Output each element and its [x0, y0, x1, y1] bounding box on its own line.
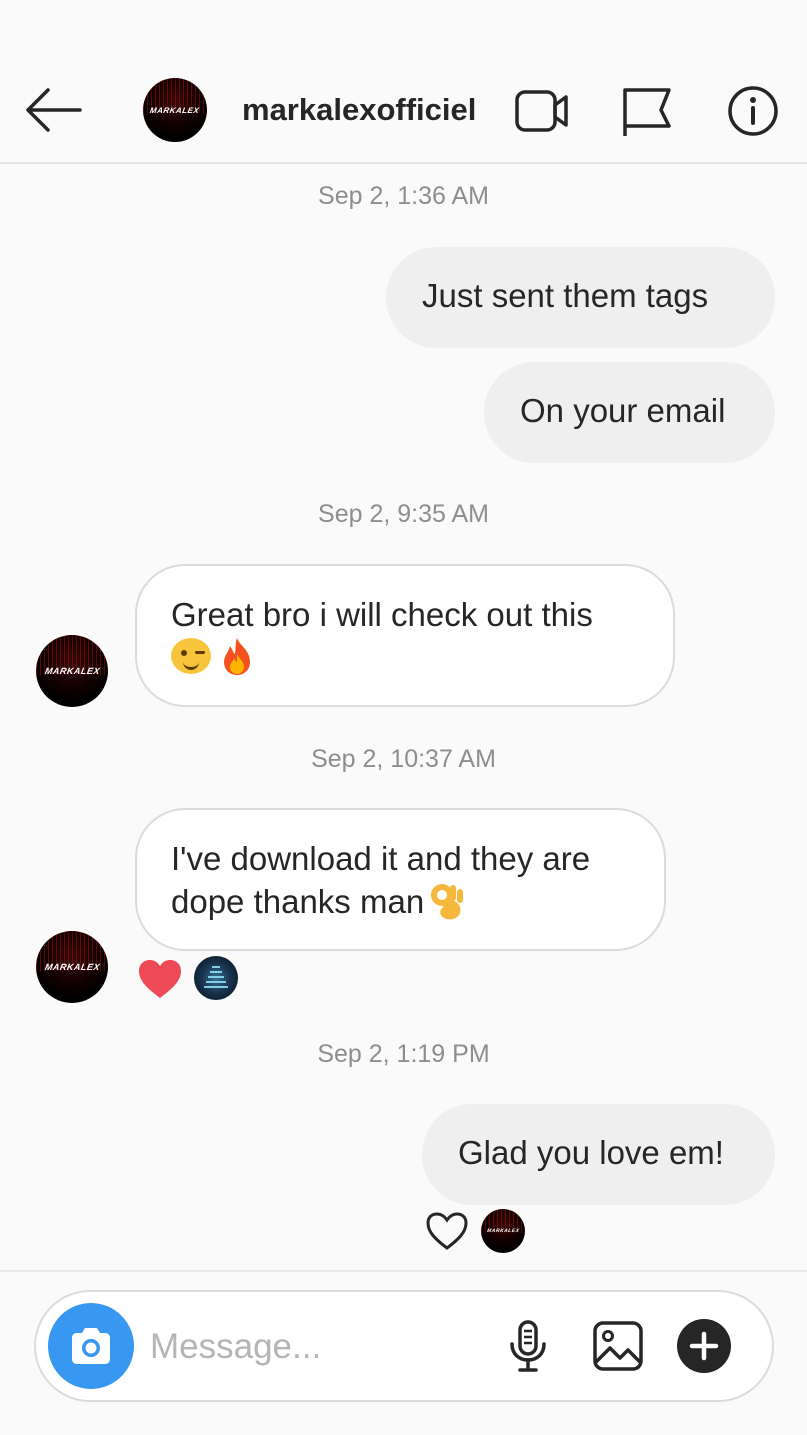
avatar-logo: MARKALEX — [43, 962, 101, 972]
message-timestamp: Sep 2, 1:19 PM — [317, 1040, 490, 1068]
message-text: Great bro i will check out this — [171, 596, 593, 633]
avatar-logo: MARKALEX — [149, 105, 201, 115]
message-timestamp: Sep 2, 10:37 AM — [311, 745, 496, 773]
incoming-message-bubble[interactable]: I've download it and they are dope thank… — [135, 808, 666, 951]
ok-hand-emoji-icon — [431, 884, 464, 920]
message-text: Just sent them tags — [422, 277, 709, 314]
chat-username[interactable]: markalexofficiel — [242, 92, 476, 128]
message-timestamp: Sep 2, 1:36 AM — [318, 182, 489, 210]
message-reaction[interactable] — [424, 1210, 470, 1257]
camera-icon — [72, 1328, 110, 1364]
chat-header: MARKALEX markalexofficiel — [0, 0, 807, 164]
reactor-avatar[interactable]: MARKALEX — [481, 1209, 525, 1253]
camera-button[interactable] — [48, 1303, 134, 1389]
more-options-button[interactable] — [676, 1318, 732, 1374]
message-reaction[interactable] — [137, 958, 183, 1005]
composer-divider — [0, 1270, 807, 1272]
reactor-avatar-art — [204, 966, 228, 988]
gallery-button[interactable] — [590, 1318, 646, 1374]
header-avatar[interactable]: MARKALEX — [143, 78, 207, 142]
info-icon — [728, 86, 778, 136]
outgoing-message-bubble[interactable]: Glad you love em! — [422, 1104, 775, 1205]
gallery-icon — [593, 1321, 643, 1371]
message-composer — [34, 1290, 774, 1402]
avatar-logo: MARKALEX — [43, 666, 101, 676]
incoming-message-bubble[interactable]: Great bro i will check out this — [135, 564, 675, 707]
report-flag-button[interactable] — [617, 82, 675, 140]
fire-emoji-icon — [224, 638, 251, 675]
plus-icon — [677, 1319, 731, 1373]
video-call-button[interactable] — [512, 82, 570, 140]
sender-avatar[interactable]: MARKALEX — [36, 931, 108, 1003]
outgoing-message-bubble[interactable]: Just sent them tags — [386, 247, 775, 348]
heart-icon — [139, 960, 181, 998]
message-timestamp: Sep 2, 9:35 AM — [318, 500, 489, 528]
outgoing-message-bubble[interactable]: On your email — [484, 362, 775, 463]
message-text: Glad you love em! — [458, 1134, 724, 1171]
heart-icon — [426, 1212, 468, 1250]
conversation-info-button[interactable] — [724, 82, 782, 140]
message-text-line: I've download it and they are — [171, 840, 591, 877]
video-call-icon — [515, 90, 568, 132]
microphone-icon — [510, 1320, 546, 1372]
message-input[interactable] — [150, 1322, 480, 1372]
message-text-line-2: dope thanks man — [171, 880, 630, 923]
wink-emoji-icon — [171, 638, 211, 674]
message-text: dope thanks man — [171, 883, 425, 920]
avatar-logo: MARKALEX — [486, 1228, 520, 1234]
flag-icon — [623, 88, 671, 136]
reactor-avatar[interactable] — [194, 956, 238, 1000]
back-button[interactable] — [22, 82, 86, 138]
voice-message-button[interactable] — [500, 1318, 556, 1374]
message-text: On your email — [520, 392, 726, 429]
sender-avatar[interactable]: MARKALEX — [36, 635, 108, 707]
back-arrow-icon — [26, 88, 82, 132]
message-emojis — [171, 636, 639, 680]
